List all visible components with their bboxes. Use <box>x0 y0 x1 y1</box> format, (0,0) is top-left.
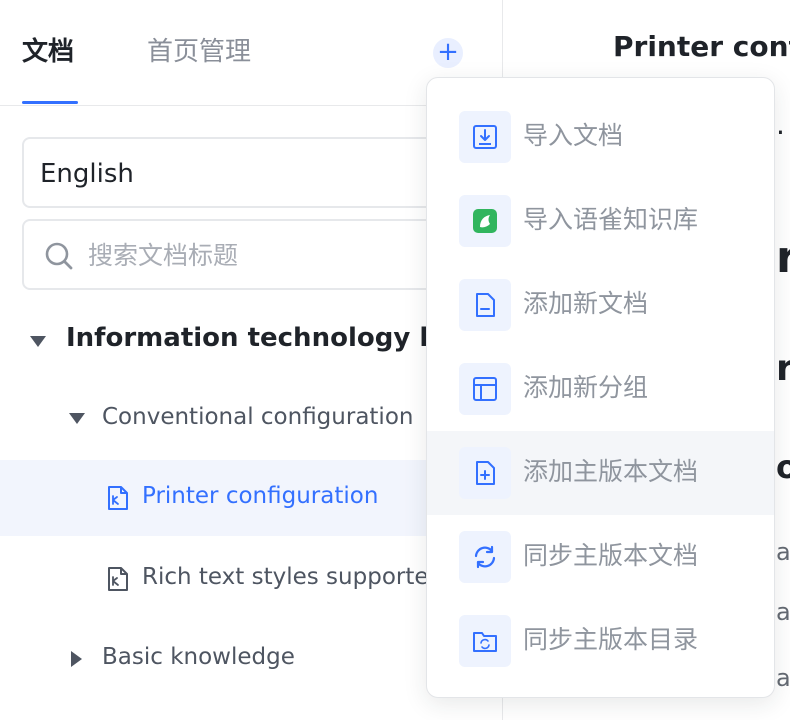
menu-icon-box <box>459 111 511 163</box>
caret-down-icon[interactable] <box>30 336 46 347</box>
add-dropdown-menu: 导入文档 导入语雀知识库 添加新文档 添加新分组 添加主版本文档 同步主版本文档… <box>426 77 775 698</box>
add-master-doc-icon <box>476 461 495 485</box>
caret-down-icon[interactable] <box>69 413 85 424</box>
tree-item-label: Information technology line <box>66 323 474 353</box>
menu-icon-box <box>459 195 511 247</box>
menu-item-sync-master-doc[interactable]: 同步主版本文档 <box>427 515 774 599</box>
tree-item-label: Basic knowledge <box>102 644 295 670</box>
menu-item-import-yuque[interactable]: 导入语雀知识库 <box>427 179 774 263</box>
doc-text-fragment: o <box>776 448 790 486</box>
plus-icon: + <box>437 37 459 67</box>
menu-icon-box <box>459 279 511 331</box>
import-doc-icon <box>473 125 497 149</box>
doc-text-fragment: a <box>776 538 790 566</box>
menu-item-import-doc[interactable]: 导入文档 <box>427 95 774 179</box>
new-group-icon <box>473 377 497 401</box>
menu-item-new-group[interactable]: 添加新分组 <box>427 347 774 431</box>
document-icon <box>108 567 128 591</box>
menu-item-label: 同步主版本文档 <box>523 541 699 570</box>
document-icon <box>108 486 128 510</box>
search-input[interactable] <box>88 235 468 275</box>
language-select-value: English <box>40 159 134 189</box>
tree-item-label: Conventional configuration <box>102 404 414 430</box>
menu-item-new-doc[interactable]: 添加新文档 <box>427 263 774 347</box>
menu-item-label: 添加主版本文档 <box>523 457 699 486</box>
tab-home-management[interactable]: 首页管理 <box>147 34 251 70</box>
search-box[interactable] <box>22 219 492 290</box>
sync-folder-icon <box>473 632 497 652</box>
doc-text-fragment: al <box>776 598 790 626</box>
tree-item-label: Printer configuration <box>142 483 379 509</box>
menu-icon-box <box>459 447 511 499</box>
menu-item-label: 添加新分组 <box>523 373 649 402</box>
new-doc-icon <box>476 293 495 317</box>
menu-icon-box <box>459 615 511 667</box>
menu-item-sync-master-catalog[interactable]: 同步主版本目录 <box>427 599 774 683</box>
add-button[interactable]: + <box>433 38 463 68</box>
menu-item-label: 同步主版本目录 <box>523 625 699 654</box>
tree-item-label: Rich text styles supporte <box>142 564 429 590</box>
doc-text-fragment: al <box>776 664 790 692</box>
doc-title: Printer conf <box>613 30 790 63</box>
tab-docs[interactable]: 文档 <box>22 34 74 70</box>
menu-item-label: 添加新文档 <box>523 289 649 318</box>
language-select[interactable]: English <box>22 137 492 208</box>
caret-right-icon[interactable] <box>71 651 82 667</box>
menu-icon-box <box>459 363 511 415</box>
menu-item-label: 导入文档 <box>523 121 624 150</box>
app-root: 文档 首页管理 + English Information technology… <box>0 0 790 720</box>
active-tab-indicator <box>22 101 78 104</box>
search-icon <box>45 242 73 270</box>
doc-text-fragment: r <box>776 232 790 283</box>
sync-icon <box>474 545 496 569</box>
yuque-icon <box>473 209 497 233</box>
menu-icon-box <box>459 531 511 583</box>
doc-text-fragment: ri <box>776 348 790 389</box>
doc-text-fragment: · <box>776 116 785 149</box>
menu-item-label: 导入语雀知识库 <box>523 205 699 234</box>
menu-item-add-master-doc[interactable]: 添加主版本文档 <box>427 431 774 515</box>
